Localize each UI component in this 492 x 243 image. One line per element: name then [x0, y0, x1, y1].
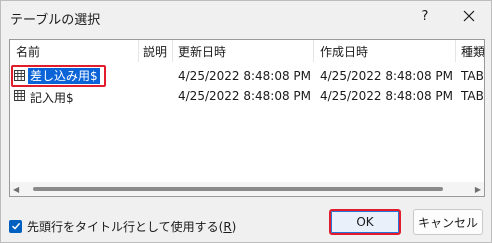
scrollbar-thumb[interactable]	[33, 187, 443, 191]
table-list[interactable]: 名前 説明 更新日時 作成日時 種類 差し込み用$ 4/25/2022 8:48…	[9, 39, 485, 197]
column-header-type[interactable]: 種類	[461, 43, 484, 60]
row-created: 4/25/2022 8:48:08 PM	[320, 69, 454, 83]
column-divider[interactable]	[138, 40, 139, 62]
column-divider[interactable]	[172, 40, 173, 62]
column-header-created[interactable]: 作成日時	[320, 43, 368, 60]
table-select-dialog: テーブルの選択 ? 名前 説明 更新日時 作成日時 種類 差し込み用$ 4/25…	[0, 0, 492, 243]
table-row[interactable]: 記入用$ 4/25/2022 8:48:08 PM 4/25/2022 8:48…	[10, 87, 484, 106]
column-header-name[interactable]: 名前	[16, 43, 40, 60]
row-type: TAB	[461, 89, 484, 103]
row-type: TAB	[461, 69, 484, 83]
selection-highlight-box	[11, 65, 106, 87]
title-bar: テーブルの選択 ?	[1, 1, 491, 31]
column-divider[interactable]	[313, 40, 314, 62]
dialog-title: テーブルの選択	[10, 13, 101, 28]
horizontal-scrollbar[interactable]: ◀ ▶	[10, 182, 484, 196]
use-first-row-as-title-option[interactable]: 先頭行をタイトル行として使用する(R)	[9, 218, 236, 234]
help-button[interactable]: ?	[413, 4, 437, 28]
cancel-button[interactable]: キャンセル	[413, 209, 483, 235]
column-header-modified[interactable]: 更新日時	[178, 43, 226, 60]
row-created: 4/25/2022 8:48:08 PM	[320, 89, 454, 103]
row-modified: 4/25/2022 8:48:08 PM	[178, 69, 312, 83]
close-button[interactable]	[456, 4, 482, 28]
column-divider[interactable]	[455, 40, 456, 62]
table-icon	[14, 90, 25, 101]
close-icon	[463, 10, 475, 22]
scroll-right-arrow-icon[interactable]: ▶	[475, 185, 481, 194]
first-row-checkbox[interactable]	[9, 219, 22, 233]
row-name[interactable]: 記入用$	[30, 89, 74, 106]
column-header-description[interactable]: 説明	[143, 43, 167, 60]
checkmark-icon	[11, 222, 20, 230]
ok-button[interactable]: OK	[329, 209, 401, 235]
list-header: 名前 説明 更新日時 作成日時 種類	[10, 40, 484, 62]
scroll-left-arrow-icon[interactable]: ◀	[13, 185, 19, 194]
first-row-checkbox-label[interactable]: 先頭行をタイトル行として使用する(R)	[27, 218, 236, 235]
row-modified: 4/25/2022 8:48:08 PM	[178, 89, 312, 103]
